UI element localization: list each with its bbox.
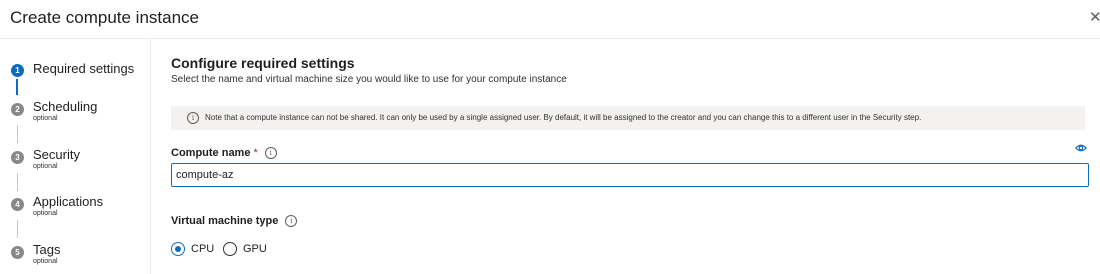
step-label: Tags xyxy=(33,242,61,257)
compute-name-label: Compute name * i xyxy=(171,147,277,160)
step-optional-label: optional xyxy=(33,258,58,265)
step-number-icon: 1 xyxy=(11,64,24,77)
step-label: Security xyxy=(33,147,80,162)
step-label: Applications xyxy=(33,194,104,209)
info-icon[interactable]: i xyxy=(264,147,277,160)
compute-name-input[interactable] xyxy=(176,165,1076,185)
radio-indicator[interactable] xyxy=(171,242,185,256)
step-connector xyxy=(16,79,18,95)
step-label: Required settings xyxy=(33,61,135,76)
dialog-header: Create compute instance ✕ xyxy=(0,0,1100,39)
compute-name-label-text: Compute name xyxy=(171,147,251,159)
vm-type-label-text: Virtual machine type xyxy=(171,215,279,227)
eye-icon[interactable] xyxy=(1075,143,1087,153)
info-message-text: Note that a compute instance can not be … xyxy=(205,113,922,122)
info-icon[interactable]: i xyxy=(285,215,298,228)
radio-label: GPU xyxy=(243,243,267,255)
step-number-icon: 3 xyxy=(11,151,24,164)
step-connector xyxy=(17,173,18,191)
step-optional-label: optional xyxy=(33,115,58,122)
section-description: Select the name and virtual machine size… xyxy=(171,74,567,85)
step-optional-label: optional xyxy=(33,163,58,170)
step-number-icon: 2 xyxy=(11,103,24,116)
step-connector xyxy=(17,125,18,143)
info-icon: i xyxy=(187,112,199,124)
step-optional-label: optional xyxy=(33,210,58,217)
section-title: Configure required settings xyxy=(171,55,355,71)
step-connector xyxy=(17,220,18,238)
step-label: Scheduling xyxy=(33,99,98,114)
dialog-title: Create compute instance xyxy=(10,8,199,27)
radio-indicator[interactable] xyxy=(223,242,237,256)
step-number-icon: 5 xyxy=(11,246,24,259)
required-indicator: * xyxy=(253,147,258,159)
close-icon[interactable]: ✕ xyxy=(1089,10,1100,26)
info-message-bar: i Note that a compute instance can not b… xyxy=(171,106,1085,130)
step-number-icon: 4 xyxy=(11,198,24,211)
compute-name-field[interactable] xyxy=(171,163,1089,187)
wizard-steps: 1 Required settings 2 Scheduling optiona… xyxy=(0,39,151,274)
vm-type-label: Virtual machine type i xyxy=(171,215,298,228)
radio-label: CPU xyxy=(191,243,215,255)
